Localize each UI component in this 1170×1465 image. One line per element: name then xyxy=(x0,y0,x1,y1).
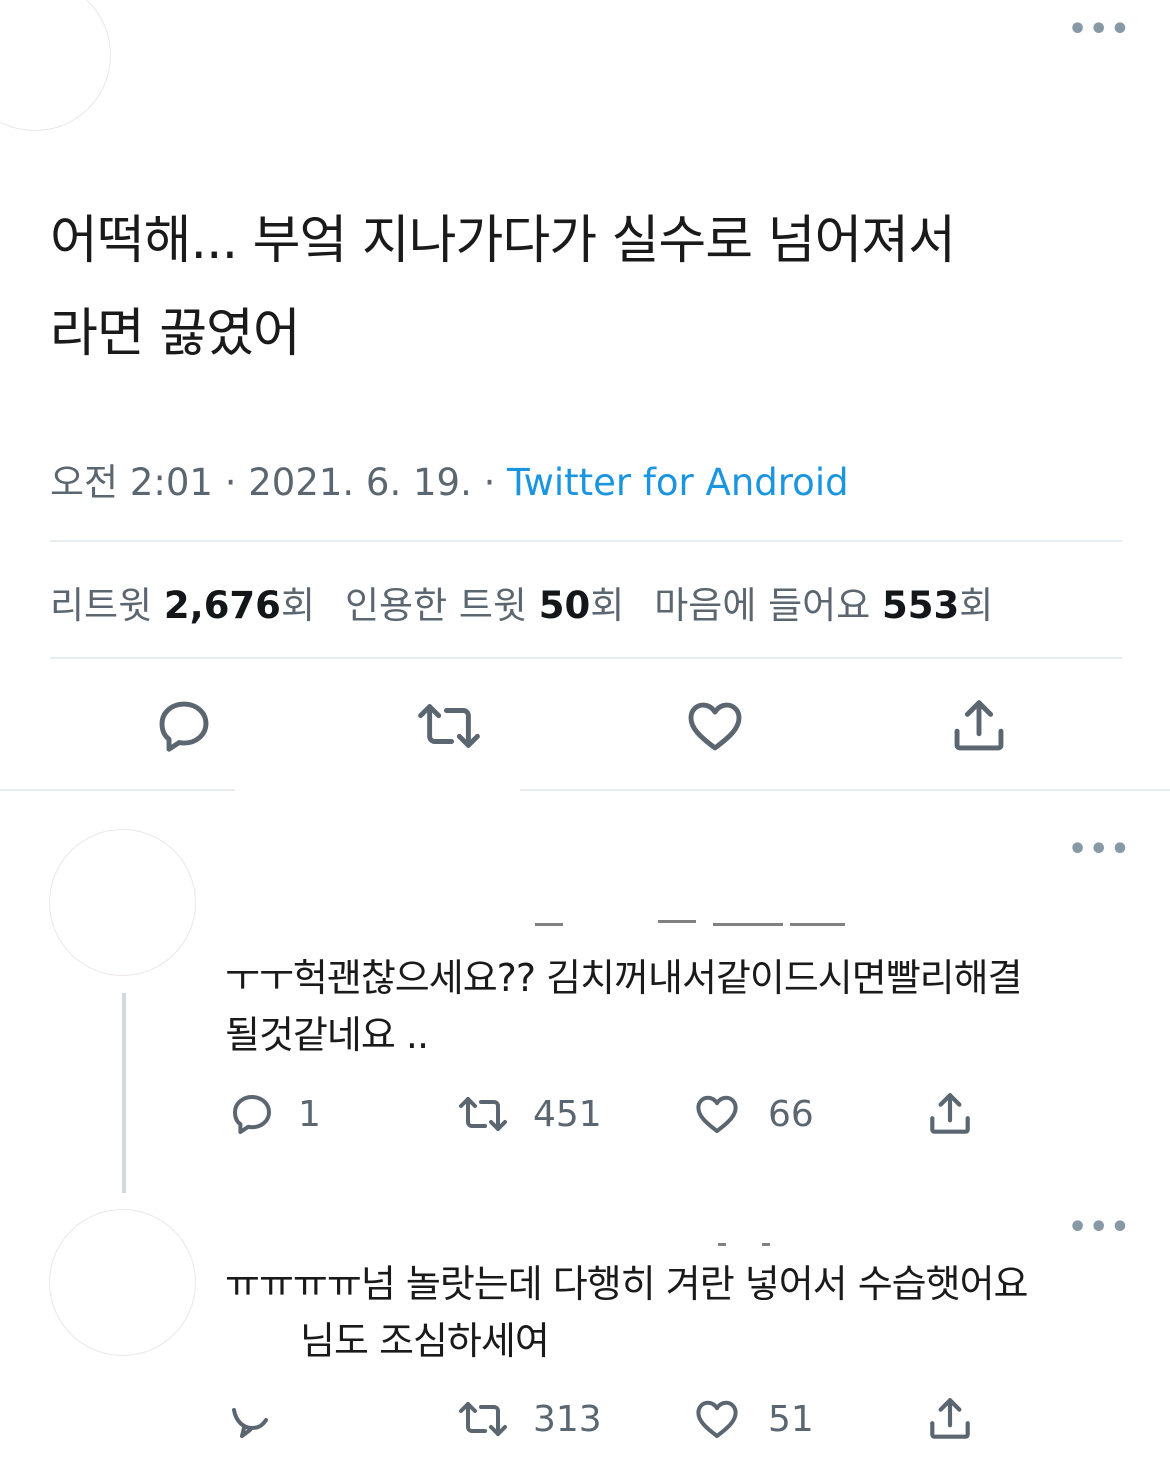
handle-redacted xyxy=(713,923,783,926)
reply-text-line-2: 님도 조심하세여 xyxy=(300,1319,550,1363)
like-count: 51 xyxy=(768,1398,814,1440)
retweet-count: 313 xyxy=(533,1398,602,1440)
quotes-label: 인용한 트윗 xyxy=(344,584,527,627)
quotes-stat[interactable]: 인용한 트윗 50회 xyxy=(345,584,624,627)
handle-redacted xyxy=(535,923,563,926)
retweet-count: 451 xyxy=(533,1093,602,1135)
meta-separator: · xyxy=(471,461,508,504)
retweet-icon xyxy=(459,1402,507,1436)
retweet-button[interactable]: 313 xyxy=(455,1395,602,1443)
reply-icon xyxy=(233,1095,271,1134)
divider xyxy=(50,657,1122,659)
more-options-icon[interactable]: ••• xyxy=(1068,15,1132,45)
reply-text-line-1: ㅜㅜ헉괜찮으세요?? 김치꺼내서같이드시면빨리해결 xyxy=(225,956,1023,1000)
reply-button[interactable]: 1 xyxy=(228,1090,321,1138)
tweet-date[interactable]: 2021. 6. 19. xyxy=(248,461,472,504)
like-button[interactable]: 66 xyxy=(692,1090,814,1138)
tweet-meta: 오전 2:01 · 2021. 6. 19. · Twitter for And… xyxy=(50,452,849,506)
meta-separator: · xyxy=(212,461,249,504)
divider xyxy=(0,789,235,791)
reply-button[interactable] xyxy=(228,1398,276,1438)
divider xyxy=(50,540,1122,542)
reply-button[interactable] xyxy=(153,695,215,757)
like-button[interactable]: 51 xyxy=(692,1395,814,1443)
thread-line xyxy=(122,993,126,1193)
tweet-text: 어떡해... 부엌 지나가다가 실수로 넘어져서 라면 끓였어 xyxy=(50,195,1130,381)
divider xyxy=(520,789,1170,791)
retweet-icon xyxy=(418,704,480,748)
retweets-unit: 회 xyxy=(280,584,315,627)
like-icon xyxy=(696,1095,738,1133)
tweet-text-line-2: 라면 끓였어 xyxy=(50,304,301,364)
handle-redacted xyxy=(762,1243,770,1246)
handle-redacted xyxy=(790,923,845,926)
retweets-label: 리트윗 xyxy=(50,584,153,627)
reply-count: 1 xyxy=(298,1093,321,1135)
like-icon xyxy=(696,1400,738,1438)
like-count: 66 xyxy=(768,1093,814,1135)
retweets-stat[interactable]: 리트윗 2,676회 xyxy=(50,584,315,627)
tweet-text-line-1: 어떡해... 부엌 지나가다가 실수로 넘어져서 xyxy=(50,211,956,271)
retweet-button[interactable]: 451 xyxy=(455,1090,602,1138)
like-button[interactable] xyxy=(683,695,747,757)
tweet-time[interactable]: 오전 2:01 xyxy=(50,461,213,504)
likes-count: 553 xyxy=(882,584,960,627)
reply-handle[interactable] xyxy=(535,903,855,928)
reply-text-line-2: 될것같네요 .. xyxy=(225,1013,429,1057)
retweet-icon xyxy=(459,1097,507,1131)
reply-avatar[interactable] xyxy=(50,1210,195,1355)
share-icon xyxy=(954,700,1004,751)
reply-text: ㅜㅜ헉괜찮으세요?? 김치꺼내서같이드시면빨리해결 될것같네요 .. xyxy=(225,950,1145,1064)
reply-text: ㅠㅠㅠㅠ넘 놀랏는데 다행히 겨란 넣어서 수습햇어요 님도 조심하세여 xyxy=(225,1256,1145,1370)
tweet-source[interactable]: Twitter for Android xyxy=(507,461,848,504)
reply-avatar[interactable] xyxy=(50,830,195,975)
share-button[interactable] xyxy=(924,1089,976,1139)
handle-redacted xyxy=(658,920,696,923)
tweet-stats: 리트윗 2,676회 인용한 트윗 50회 마음에 들어요 553회 xyxy=(50,575,993,629)
like-icon xyxy=(688,702,742,751)
quotes-count: 50 xyxy=(538,584,591,627)
share-button[interactable] xyxy=(947,695,1011,757)
handle-redacted xyxy=(718,1243,726,1246)
avatar[interactable] xyxy=(0,0,110,130)
reply-text-line-1: ㅠㅠㅠㅠ넘 놀랏는데 다행히 겨란 넣어서 수습햇어요 xyxy=(225,1262,1029,1306)
reply-icon xyxy=(159,701,209,752)
retweet-button[interactable] xyxy=(414,695,484,757)
likes-stat[interactable]: 마음에 들어요 553회 xyxy=(654,584,993,627)
retweets-count: 2,676 xyxy=(163,584,281,627)
share-button[interactable] xyxy=(924,1394,976,1444)
share-icon xyxy=(930,1398,970,1439)
quotes-unit: 회 xyxy=(590,584,625,627)
likes-label: 마음에 들어요 xyxy=(654,584,871,627)
more-options-icon[interactable]: ••• xyxy=(1068,835,1132,865)
reply-icon xyxy=(232,1408,268,1438)
share-icon xyxy=(930,1093,970,1134)
likes-unit: 회 xyxy=(959,584,994,627)
more-options-icon[interactable]: ••• xyxy=(1068,1213,1132,1243)
